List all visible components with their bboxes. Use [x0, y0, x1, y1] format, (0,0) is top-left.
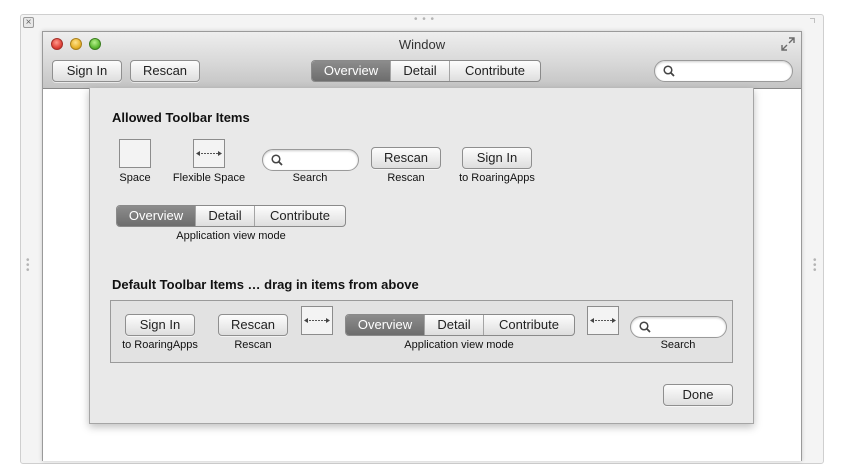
rescan-button[interactable]: Rescan	[130, 60, 200, 82]
rescan-label: Rescan	[387, 172, 425, 184]
sign-in-item-button[interactable]: Sign In	[462, 147, 532, 169]
view-mode-segmented-control: Overview Detail Contribute	[311, 60, 541, 82]
default-search-label: Search	[660, 339, 696, 351]
resize-handle-left[interactable]: • • •	[26, 256, 32, 276]
flexible-space-arrows-icon	[196, 151, 222, 156]
segment-overview[interactable]: Overview	[117, 206, 195, 226]
sign-in-button[interactable]: Sign In	[52, 60, 122, 82]
default-flexible-space-item[interactable]	[301, 306, 333, 335]
default-sign-in-label: to RoaringApps	[122, 339, 198, 351]
default-search-item[interactable]	[630, 316, 727, 338]
segment-overview[interactable]: Overview	[346, 315, 424, 335]
flexible-space-arrows-icon	[590, 318, 616, 323]
resize-handle-right[interactable]: • • •	[813, 256, 819, 276]
search-label: Search	[292, 172, 328, 184]
titlebar: Window Sign In Rescan Overview Detail Co…	[43, 32, 801, 89]
search-icon	[271, 154, 283, 166]
default-rescan-button[interactable]: Rescan	[218, 314, 288, 336]
close-icon[interactable]: ×	[23, 17, 34, 28]
segment-detail[interactable]: Detail	[195, 206, 254, 226]
segment-detail[interactable]: Detail	[424, 315, 483, 335]
customize-toolbar-sheet	[89, 88, 754, 424]
search-icon	[663, 65, 675, 77]
default-view-mode-item[interactable]: Overview Detail Contribute	[345, 314, 575, 336]
flexible-space-label: Flexible Space	[172, 172, 246, 184]
view-mode-item[interactable]: Overview Detail Contribute	[116, 205, 346, 227]
window-title: Window	[398, 37, 446, 52]
default-items-heading: Default Toolbar Items … drag in items fr…	[112, 277, 419, 292]
search-item[interactable]	[262, 149, 359, 171]
fullscreen-icon[interactable]	[781, 37, 797, 53]
default-rescan-label: Rescan	[234, 339, 272, 351]
rescan-item-button[interactable]: Rescan	[371, 147, 441, 169]
corner-handle-icon[interactable]	[810, 18, 815, 23]
space-label: Space	[119, 172, 151, 184]
search-icon	[639, 321, 651, 333]
default-sign-in-button[interactable]: Sign In	[125, 314, 195, 336]
view-mode-label: Application view mode	[176, 230, 286, 242]
default-flexible-space-item-2[interactable]	[587, 306, 619, 335]
sign-in-label: to RoaringApps	[459, 172, 535, 184]
default-view-mode-label: Application view mode	[404, 339, 514, 351]
search-input[interactable]	[654, 60, 793, 82]
segment-overview[interactable]: Overview	[312, 61, 390, 81]
segment-detail[interactable]: Detail	[390, 61, 449, 81]
done-button[interactable]: Done	[663, 384, 733, 406]
segment-contribute[interactable]: Contribute	[449, 61, 540, 81]
resize-handle-top[interactable]: • • •	[414, 14, 435, 25]
segment-contribute[interactable]: Contribute	[254, 206, 345, 226]
allowed-items-heading: Allowed Toolbar Items	[112, 110, 250, 125]
space-item[interactable]	[119, 139, 151, 168]
segment-contribute[interactable]: Contribute	[483, 315, 574, 335]
flexible-space-arrows-icon	[304, 318, 330, 323]
flexible-space-item[interactable]	[193, 139, 225, 168]
